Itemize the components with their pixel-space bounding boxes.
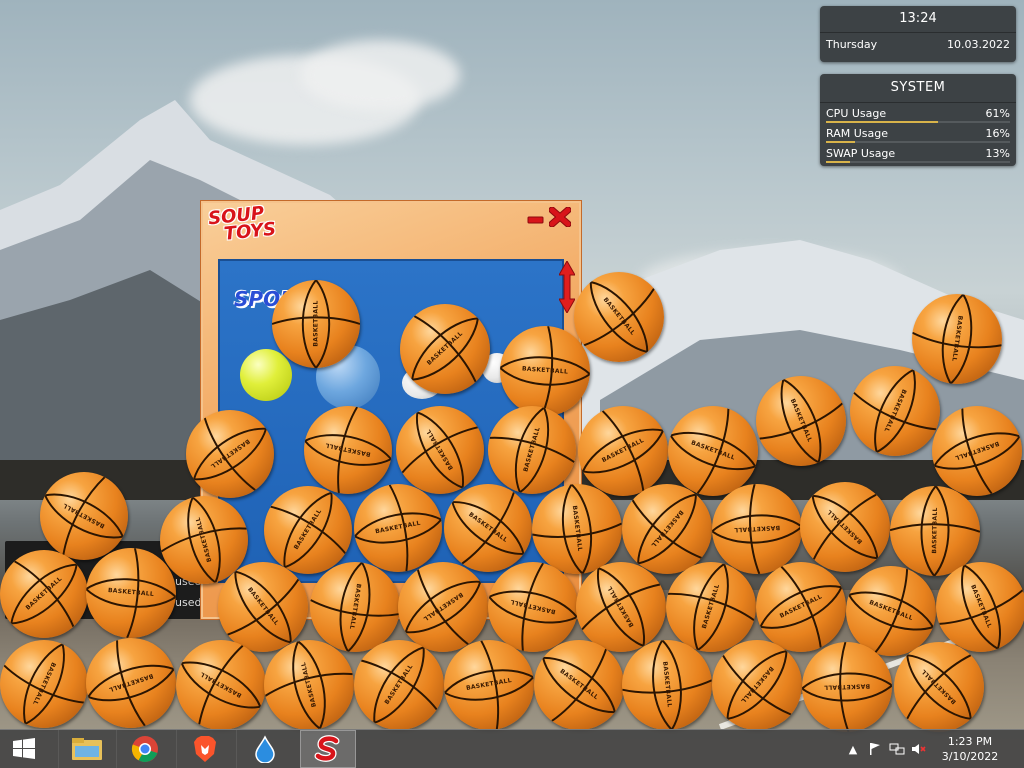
basketball-toy[interactable]: BASKETBALL bbox=[936, 562, 1024, 652]
chrome-icon bbox=[131, 736, 158, 763]
swap-usage-label: SWAP Usage bbox=[826, 147, 896, 160]
basketball-toy[interactable]: BASKETBALL bbox=[500, 326, 590, 416]
basketball-toy[interactable]: BASKETBALL bbox=[578, 406, 668, 496]
swap-usage-row: SWAP Usage 13% bbox=[820, 143, 1016, 163]
basketball-toy[interactable]: BASKETBALL bbox=[444, 484, 532, 572]
windows-logo-icon bbox=[13, 738, 35, 759]
cpu-usage-label: CPU Usage bbox=[826, 107, 887, 120]
taskbar-time: 1:23 PM bbox=[947, 735, 993, 748]
minimize-icon bbox=[527, 216, 544, 224]
basketball-toy[interactable]: BASKETBALL bbox=[534, 640, 624, 730]
basketball-toy[interactable]: BASKETBALL bbox=[264, 486, 352, 574]
basketball-toy[interactable]: BASKETBALL bbox=[0, 640, 88, 728]
folder-icon bbox=[72, 738, 102, 760]
taskbar-soup-toys[interactable] bbox=[300, 730, 356, 768]
basketball-toy[interactable]: BASKETBALL bbox=[310, 562, 400, 652]
basketball-toy[interactable]: BASKETBALL bbox=[304, 406, 392, 494]
soup-toys-s-icon bbox=[314, 735, 340, 762]
basketball-toy[interactable]: BASKETBALL bbox=[802, 642, 892, 732]
water-drop-icon bbox=[255, 735, 275, 763]
taskbar: ▲ 1:23 PM 3/10/2022 bbox=[0, 729, 1024, 768]
basketball-toy[interactable]: BASKETBALL bbox=[488, 562, 578, 652]
close-icon bbox=[548, 206, 572, 228]
taskbar-date: 3/10/2022 bbox=[941, 750, 999, 763]
minimize-button[interactable] bbox=[525, 207, 547, 227]
clock-widget-time: 13:24 bbox=[820, 6, 1016, 33]
basketball-toy[interactable]: BASKETBALL bbox=[668, 406, 758, 496]
system-tray: ▲ 1:23 PM 3/10/2022 bbox=[842, 730, 1024, 768]
basketball-toy[interactable]: BASKETBALL bbox=[756, 562, 846, 652]
basketball-toy[interactable]: BASKETBALL bbox=[666, 562, 756, 652]
basketball-toy[interactable]: BASKETBALL bbox=[186, 410, 274, 498]
basketball-toy[interactable]: BASKETBALL bbox=[712, 640, 802, 730]
basketball-toy[interactable]: BASKETBALL bbox=[396, 406, 484, 494]
taskbar-file-explorer[interactable] bbox=[58, 730, 115, 768]
basketball-toy[interactable]: BASKETBALL bbox=[712, 484, 802, 574]
basketball-toy[interactable]: BASKETBALL bbox=[800, 482, 890, 572]
network-icon[interactable] bbox=[886, 738, 908, 760]
basketball-toy[interactable]: BASKETBALL bbox=[444, 640, 534, 730]
taskbar-clock[interactable]: 1:23 PM 3/10/2022 bbox=[930, 734, 1010, 764]
swap-usage-bar bbox=[826, 161, 850, 163]
basketball-toy[interactable]: BASKETBALL bbox=[0, 550, 88, 638]
basketball-toy[interactable]: BASKETBALL bbox=[354, 484, 442, 572]
basketball-toy[interactable]: BASKETBALL bbox=[756, 376, 846, 466]
basketball-toy[interactable]: BASKETBALL bbox=[176, 640, 266, 730]
cpu-usage-value: 61% bbox=[985, 107, 1010, 120]
start-button[interactable] bbox=[0, 730, 48, 768]
basketball-toy[interactable]: BASKETBALL bbox=[532, 484, 622, 574]
up-down-arrow-icon bbox=[558, 259, 576, 315]
cpu-usage-row: CPU Usage 61% bbox=[820, 103, 1016, 123]
clock-widget-day: Thursday bbox=[826, 38, 878, 51]
clock-widget-date: 10.03.2022 bbox=[947, 38, 1010, 51]
show-hidden-icons-chevron-icon[interactable]: ▲ bbox=[842, 738, 864, 760]
system-widget: SYSTEM CPU Usage 61% RAM Usage 16% SWAP … bbox=[820, 74, 1016, 166]
taskbar-chrome[interactable] bbox=[116, 730, 173, 768]
basketball-toy[interactable]: BASKETBALL bbox=[40, 472, 128, 560]
basketball-toy[interactable]: BASKETBALL bbox=[574, 272, 664, 362]
close-button[interactable] bbox=[548, 206, 572, 228]
basketball-toy[interactable]: BASKETBALL bbox=[912, 294, 1002, 384]
soup-toys-logo: SOUP TOYS bbox=[207, 203, 277, 245]
brave-lion-icon bbox=[194, 736, 216, 762]
ram-usage-value: 16% bbox=[985, 127, 1010, 140]
basketball-toy[interactable]: BASKETBALL bbox=[622, 640, 712, 730]
basketball-toy[interactable]: BASKETBALL bbox=[272, 280, 360, 368]
basketball-toy[interactable]: BASKETBALL bbox=[894, 642, 984, 732]
basketball-toy[interactable]: BASKETBALL bbox=[398, 562, 488, 652]
basketball-toy[interactable]: BASKETBALL bbox=[622, 484, 712, 574]
action-center-flag-icon[interactable] bbox=[864, 738, 886, 760]
volume-muted-icon[interactable] bbox=[908, 738, 930, 760]
basketball-toy[interactable]: BASKETBALL bbox=[932, 406, 1022, 496]
clock-widget: 13:24 Thursday 10.03.2022 bbox=[820, 6, 1016, 62]
basketball-toy[interactable]: BASKETBALL bbox=[576, 562, 666, 652]
ram-usage-row: RAM Usage 16% bbox=[820, 123, 1016, 143]
system-widget-title: SYSTEM bbox=[820, 74, 1016, 103]
basketball-toy[interactable]: BASKETBALL bbox=[354, 640, 444, 730]
ram-usage-label: RAM Usage bbox=[826, 127, 888, 140]
basketball-toy[interactable]: BASKETBALL bbox=[488, 406, 576, 494]
taskbar-brave[interactable] bbox=[176, 730, 233, 768]
scroll-arrows[interactable] bbox=[558, 259, 576, 315]
taskbar-raindrop[interactable] bbox=[236, 730, 293, 768]
background-text-2: used bbox=[175, 596, 202, 609]
basketball-toy[interactable]: BASKETBALL bbox=[86, 638, 176, 728]
basketball-toy[interactable]: BASKETBALL bbox=[850, 366, 940, 456]
basketball-toy[interactable]: BASKETBALL bbox=[400, 304, 490, 394]
basketball-toy[interactable]: BASKETBALL bbox=[86, 548, 176, 638]
basketball-toy[interactable]: BASKETBALL bbox=[264, 640, 354, 730]
basketball-toy[interactable]: BASKETBALL bbox=[218, 562, 308, 652]
swap-usage-value: 13% bbox=[985, 147, 1010, 160]
